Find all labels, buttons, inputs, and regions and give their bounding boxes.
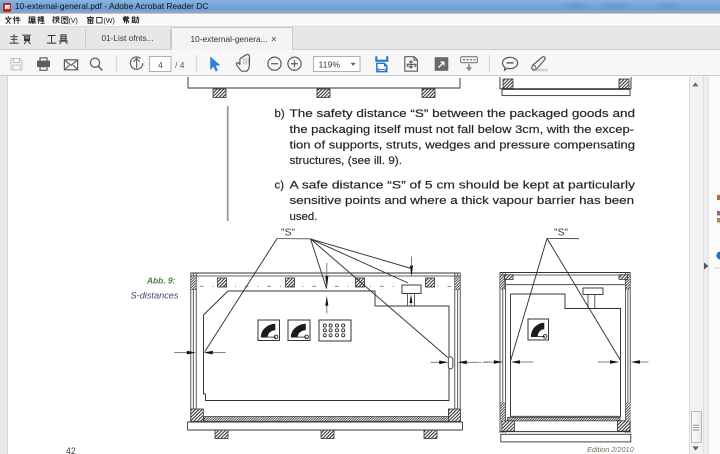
svg-text:used.: used. — [290, 211, 318, 223]
svg-text:b): b) — [275, 108, 285, 120]
svg-text:(W): (W) — [104, 18, 115, 25]
svg-text:Abb. 9:: Abb. 9: — [146, 276, 176, 286]
svg-text:(V): (V) — [69, 18, 78, 25]
svg-text:"S": "S" — [281, 228, 295, 239]
svg-text:/ 4: / 4 — [175, 60, 185, 70]
svg-text:"S": "S" — [554, 228, 568, 239]
svg-text:sensitive points and where a t: sensitive points and where a thick vapou… — [290, 195, 635, 207]
svg-text:c): c) — [275, 180, 285, 192]
svg-text:S-distances: S-distances — [131, 291, 179, 301]
svg-text:119%: 119% — [319, 60, 341, 70]
svg-text:The safety distance “S” betwee: The safety distance “S” between the pack… — [290, 108, 636, 120]
svg-text:tion of supports, struts, wedg: tion of supports, struts, wedges and pre… — [290, 139, 636, 151]
svg-text:Edition 2/2010: Edition 2/2010 — [587, 445, 634, 454]
svg-text:the packaging itself must not: the packaging itself must not fall below… — [290, 124, 635, 136]
svg-text:A safe distance “S” of 5 cm sh: A safe distance “S” of 5 cm should be ke… — [290, 180, 636, 192]
svg-text:structures, (see ill. 9).: structures, (see ill. 9). — [290, 155, 403, 167]
svg-text:42: 42 — [66, 446, 76, 454]
svg-text:4: 4 — [158, 60, 163, 70]
